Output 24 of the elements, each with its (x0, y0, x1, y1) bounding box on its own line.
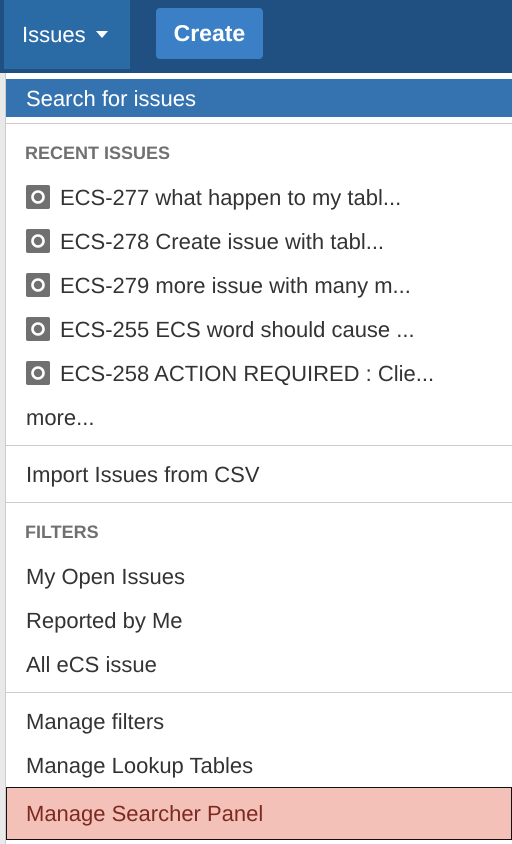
menu-item[interactable]: All eCS issue (6, 642, 512, 686)
menu-item[interactable]: ECS-278 Create issue with tabl... (6, 219, 512, 263)
caret-icon (96, 31, 108, 38)
create-button[interactable]: Create (156, 8, 264, 59)
issue-type-icon (26, 317, 50, 341)
issue-type-icon (26, 229, 50, 253)
menu-item[interactable]: ECS-258 ACTION REQUIRED : Clie... (6, 351, 512, 395)
menu-item[interactable]: Manage filters (6, 699, 512, 743)
section-heading: RECENT ISSUES (24, 142, 172, 165)
issue-type-icon (26, 273, 50, 297)
menu-item[interactable]: ECS-277 what happen to my tabl... (6, 175, 512, 219)
menu-item[interactable]: Search for issues (6, 79, 512, 117)
menu-item[interactable]: Reported by Me (6, 598, 512, 642)
issue-type-icon (26, 361, 50, 385)
issue-type-icon (26, 185, 50, 209)
menu-item[interactable]: Manage Lookup Tables (6, 743, 512, 787)
menu-item[interactable]: more... (6, 395, 512, 439)
menu-item[interactable]: Manage Searcher Panel (6, 787, 512, 840)
section-heading: FILTERS (24, 521, 100, 544)
menu-item[interactable]: My Open Issues (6, 554, 512, 598)
menu-item[interactable]: Import Issues from CSV (6, 452, 512, 496)
menu-item[interactable]: ECS-255 ECS word should cause ... (6, 307, 512, 351)
menu-item[interactable]: ECS-279 more issue with many m... (6, 263, 512, 307)
issues-menu-tab[interactable]: Issues (4, 0, 130, 69)
